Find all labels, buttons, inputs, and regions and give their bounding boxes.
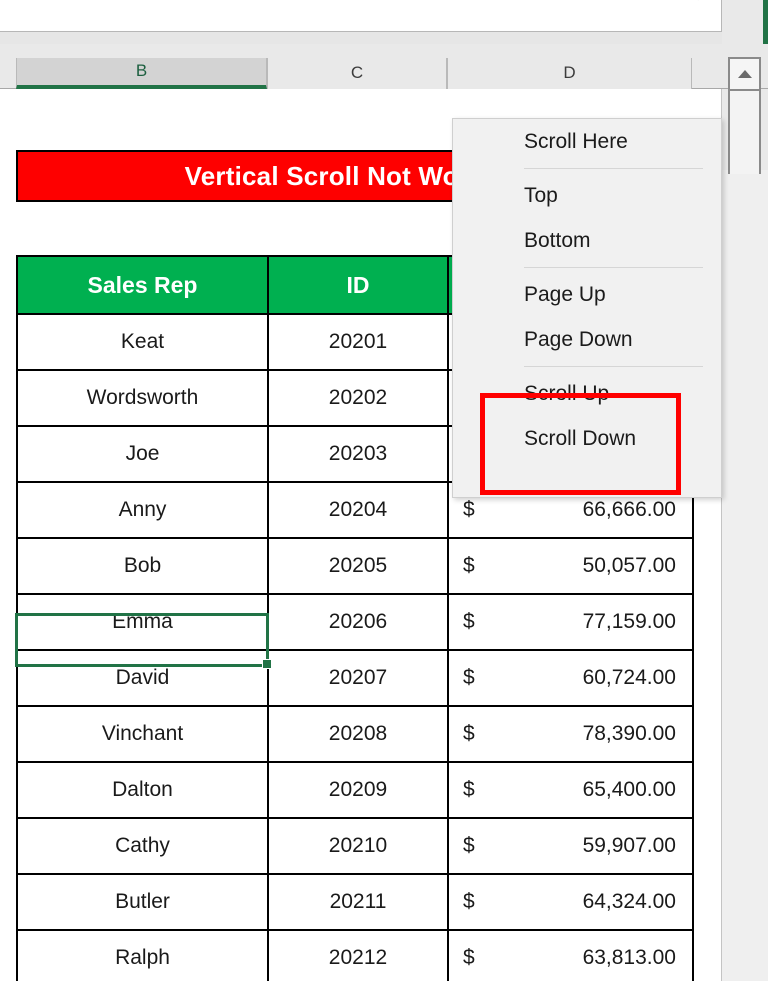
cell-amount[interactable]: $77,159.00 xyxy=(447,593,694,651)
table-row: Dalton 20209 $65,400.00 xyxy=(16,761,694,819)
menu-item-page-up[interactable]: Page Up xyxy=(453,272,721,317)
table-row: Vinchant 20208 $78,390.00 xyxy=(16,705,694,763)
scroll-up-button[interactable] xyxy=(728,57,761,91)
amount-value: 63,813.00 xyxy=(582,946,676,969)
amount-value: 66,666.00 xyxy=(582,498,676,521)
menu-item-page-down[interactable]: Page Down xyxy=(453,317,721,362)
column-header-d[interactable]: D xyxy=(447,58,692,89)
currency-symbol: $ xyxy=(463,498,475,521)
currency-symbol: $ xyxy=(463,778,475,801)
formula-bar-strip: ▼ xyxy=(0,0,768,44)
cell-id[interactable]: 20204 xyxy=(267,481,449,539)
cell-amount[interactable]: $59,907.00 xyxy=(447,817,694,875)
amount-value: 60,724.00 xyxy=(582,666,676,689)
column-header-id: ID xyxy=(267,255,449,315)
formula-bar-right-gutter xyxy=(722,0,768,44)
amount-value: 59,907.00 xyxy=(582,834,676,857)
cell-sales-rep[interactable]: Cathy xyxy=(16,817,269,875)
amount-value: 65,400.00 xyxy=(582,778,676,801)
menu-item-scroll-up[interactable]: Scroll Up xyxy=(453,371,721,416)
cell-id[interactable]: 20201 xyxy=(267,313,449,371)
cell-id[interactable]: 20202 xyxy=(267,369,449,427)
vertical-scrollbar-track[interactable] xyxy=(728,91,761,174)
cell-id[interactable]: 20212 xyxy=(267,929,449,981)
table-row: Bob 20205 $50,057.00 xyxy=(16,537,694,595)
cell-sales-rep[interactable]: Butler xyxy=(16,873,269,931)
cell-amount[interactable]: $65,400.00 xyxy=(447,761,694,819)
column-header-b[interactable]: B xyxy=(16,58,267,89)
formula-bar[interactable]: ▼ xyxy=(0,0,722,32)
currency-symbol: $ xyxy=(463,946,475,969)
currency-symbol: $ xyxy=(463,610,475,633)
menu-item-bottom[interactable]: Bottom xyxy=(453,218,721,263)
cell-id[interactable]: 20206 xyxy=(267,593,449,651)
menu-item-scroll-here[interactable]: Scroll Here xyxy=(453,119,721,164)
cell-amount[interactable]: $78,390.00 xyxy=(447,705,694,763)
cell-id[interactable]: 20203 xyxy=(267,425,449,483)
column-header-band: B C D xyxy=(0,44,768,89)
amount-value: 78,390.00 xyxy=(582,722,676,745)
cell-amount[interactable]: $63,813.00 xyxy=(447,929,694,981)
right-gutter xyxy=(722,89,768,981)
menu-separator xyxy=(524,267,703,268)
cell-sales-rep[interactable]: Dalton xyxy=(16,761,269,819)
cell-sales-rep[interactable]: Joe xyxy=(16,425,269,483)
menu-separator xyxy=(524,168,703,169)
menu-item-scroll-down[interactable]: Scroll Down xyxy=(453,416,721,461)
cell-amount[interactable]: $60,724.00 xyxy=(447,649,694,707)
cell-id[interactable]: 20210 xyxy=(267,817,449,875)
cell-sales-rep[interactable]: Bob xyxy=(16,537,269,595)
cell-sales-rep[interactable]: Vinchant xyxy=(16,705,269,763)
cell-id[interactable]: 20205 xyxy=(267,537,449,595)
fill-handle[interactable] xyxy=(262,659,272,669)
cell-id[interactable]: 20211 xyxy=(267,873,449,931)
cell-sales-rep[interactable]: Ralph xyxy=(16,929,269,981)
cell-sales-rep[interactable]: Anny xyxy=(16,481,269,539)
column-header-c[interactable]: C xyxy=(267,58,447,89)
chevron-down-icon[interactable]: ▼ xyxy=(687,0,709,6)
table-row: Emma 20206 $77,159.00 xyxy=(16,593,694,651)
cell-sales-rep[interactable]: Emma xyxy=(16,593,269,651)
menu-separator xyxy=(524,366,703,367)
amount-value: 64,324.00 xyxy=(582,890,676,913)
table-row: Butler 20211 $64,324.00 xyxy=(16,873,694,931)
currency-symbol: $ xyxy=(463,890,475,913)
menu-item-top[interactable]: Top xyxy=(453,173,721,218)
cell-amount[interactable]: $50,057.00 xyxy=(447,537,694,595)
cell-id[interactable]: 20207 xyxy=(267,649,449,707)
table-row: Ralph 20212 $63,813.00 xyxy=(16,929,694,981)
table-row: Cathy 20210 $59,907.00 xyxy=(16,817,694,875)
amount-value: 77,159.00 xyxy=(582,610,676,633)
table-row: David 20207 $60,724.00 xyxy=(16,649,694,707)
column-header-sales-rep: Sales Rep xyxy=(16,255,269,315)
currency-symbol: $ xyxy=(463,722,475,745)
scrollbar-context-menu[interactable]: Scroll Here Top Bottom Page Up Page Down Scro… xyxy=(452,118,722,498)
amount-value: 50,057.00 xyxy=(582,554,676,577)
cell-sales-rep[interactable]: Keat xyxy=(16,313,269,371)
scroll-up-arrow-icon xyxy=(737,70,752,78)
currency-symbol: $ xyxy=(463,666,475,689)
currency-symbol: $ xyxy=(463,554,475,577)
cell-sales-rep[interactable]: David xyxy=(16,649,269,707)
cell-id[interactable]: 20209 xyxy=(267,761,449,819)
currency-symbol: $ xyxy=(463,834,475,857)
cell-sales-rep[interactable]: Wordsworth xyxy=(16,369,269,427)
cell-amount[interactable]: $64,324.00 xyxy=(447,873,694,931)
excel-worksheet-screen: ▼ B C D Vertical Scroll Not Working Sale… xyxy=(0,0,768,981)
cell-id[interactable]: 20208 xyxy=(267,705,449,763)
